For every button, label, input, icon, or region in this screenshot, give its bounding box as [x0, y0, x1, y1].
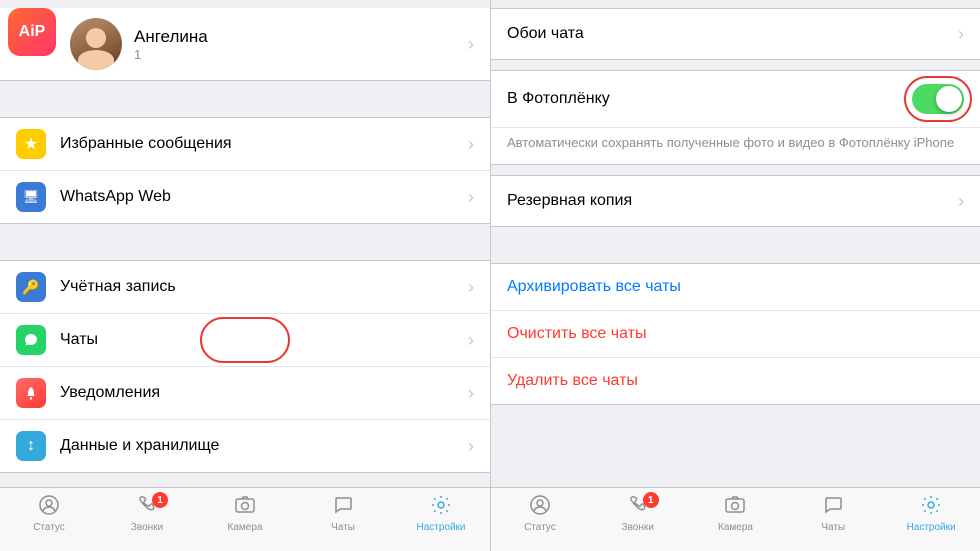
starred-chevron: › — [468, 134, 474, 155]
tab-settings-right[interactable]: Настройки — [882, 494, 980, 533]
backup-section: Резервная копия › — [491, 175, 980, 227]
toggle-knob — [936, 86, 962, 112]
tab-settings-left[interactable]: Настройки — [392, 494, 490, 533]
account-chevron: › — [468, 277, 474, 298]
settings-section-top: Обои чата › — [491, 8, 980, 60]
menu-group-1: ★ Избранные сообщения › 🖥 WhatsApp Web › — [0, 117, 490, 224]
profile-sub: 1 — [134, 47, 468, 62]
menu-label-starred: Избранные сообщения — [60, 135, 468, 153]
chats-icon-right — [822, 494, 844, 520]
data-chevron: › — [468, 436, 474, 457]
left-tab-bar: Статус 1 Звонки Камера Чаты Настройки — [0, 487, 490, 551]
menu-label-whatsapp-web: WhatsApp Web — [60, 188, 468, 206]
left-panel: AiP Ангелина 1 › ★ Избранные сообщения ›… — [0, 0, 490, 551]
save-photos-label: В Фотоплёнку — [507, 90, 912, 108]
calls-badge-left: 1 — [152, 492, 168, 508]
tab-label-settings-right: Настройки — [907, 522, 956, 533]
tab-status-right[interactable]: Статус — [491, 494, 589, 533]
save-photos-section: В Фотоплёнку Автоматически сохранять пол… — [491, 70, 980, 165]
whatsapp-web-icon: 🖥 — [16, 182, 46, 212]
menu-label-data: Данные и хранилище — [60, 437, 468, 455]
starred-icon: ★ — [16, 129, 46, 159]
notifications-chevron: › — [468, 383, 474, 404]
tab-camera-left[interactable]: Камера — [196, 494, 294, 533]
tab-camera-right[interactable]: Камера — [687, 494, 785, 533]
delete-all-row[interactable]: Удалить все чаты — [491, 358, 980, 404]
save-photos-sublabel: Автоматически сохранять полученные фото … — [491, 128, 980, 164]
tab-label-calls-left: Звонки — [131, 522, 163, 533]
right-tab-bar: Статус 1 Звонки Камера Чаты Настройки — [491, 487, 980, 551]
delete-all-label: Удалить все чаты — [507, 372, 638, 390]
tab-label-status-right: Статус — [524, 522, 556, 533]
menu-label-notifications: Уведомления — [60, 384, 468, 402]
camera-icon-right — [724, 494, 746, 520]
tab-label-chats-right: Чаты — [821, 522, 845, 533]
menu-label-account: Учётная запись — [60, 278, 468, 296]
backup-chevron: › — [958, 191, 964, 212]
profile-row[interactable]: Ангелина 1 › — [0, 8, 490, 81]
profile-name: Ангелина — [134, 27, 468, 47]
clear-all-row[interactable]: Очистить все чаты — [491, 311, 980, 358]
profile-info: Ангелина 1 — [134, 27, 468, 62]
status-icon-left — [38, 494, 60, 520]
menu-item-account[interactable]: 🔑 Учётная запись › — [0, 261, 490, 314]
actions-section: Архивировать все чаты Очистить все чаты … — [491, 263, 980, 405]
data-icon: ↕ — [16, 431, 46, 461]
tab-label-settings-left: Настройки — [416, 522, 465, 533]
tab-status-left[interactable]: Статус — [0, 494, 98, 533]
wallpaper-chevron: › — [958, 24, 964, 45]
menu-item-notifications[interactable]: Уведомления › — [0, 367, 490, 420]
tab-calls-right[interactable]: 1 Звонки — [589, 494, 687, 533]
settings-icon-right — [920, 494, 942, 520]
archive-all-row[interactable]: Архивировать все чаты — [491, 264, 980, 311]
archive-all-label: Архивировать все чаты — [507, 278, 681, 296]
backup-label: Резервная копия — [507, 192, 958, 210]
tab-label-status-left: Статус — [33, 522, 65, 533]
wallpaper-label: Обои чата — [507, 25, 958, 43]
calls-badge-right: 1 — [643, 492, 659, 508]
backup-row[interactable]: Резервная копия › — [491, 176, 980, 226]
menu-label-chats: Чаты — [60, 331, 468, 349]
tab-label-chats-left: Чаты — [331, 522, 355, 533]
tab-label-camera-right: Камера — [718, 522, 753, 533]
right-panel: Обои чата › В Фотоплёнку Автоматически с… — [490, 0, 980, 551]
profile-chevron: › — [468, 34, 474, 55]
tab-chats-left[interactable]: Чаты — [294, 494, 392, 533]
chats-menu-icon — [16, 325, 46, 355]
tab-calls-left[interactable]: 1 Звонки — [98, 494, 196, 533]
tab-chats-right[interactable]: Чаты — [784, 494, 882, 533]
settings-icon-left — [430, 494, 452, 520]
account-icon: 🔑 — [16, 272, 46, 302]
chats-icon-left — [332, 494, 354, 520]
menu-item-starred[interactable]: ★ Избранные сообщения › — [0, 118, 490, 171]
menu-item-data[interactable]: ↕ Данные и хранилище › — [0, 420, 490, 472]
tab-label-calls-right: Звонки — [622, 522, 654, 533]
clear-all-label: Очистить все чаты — [507, 325, 646, 343]
aip-logo: AiP — [8, 8, 56, 56]
save-photos-toggle[interactable] — [912, 84, 964, 114]
menu-item-chats[interactable]: Чаты › — [0, 314, 490, 367]
wallpaper-row[interactable]: Обои чата › — [491, 9, 980, 59]
notifications-icon — [16, 378, 46, 408]
whatsapp-web-chevron: › — [468, 187, 474, 208]
save-photos-row[interactable]: В Фотоплёнку — [491, 71, 980, 128]
menu-item-whatsapp-web[interactable]: 🖥 WhatsApp Web › — [0, 171, 490, 223]
tab-label-camera-left: Камера — [228, 522, 263, 533]
chats-chevron: › — [468, 330, 474, 351]
avatar — [70, 18, 122, 70]
camera-icon-left — [234, 494, 256, 520]
menu-group-2: 🔑 Учётная запись › Чаты › — [0, 260, 490, 473]
status-icon-right — [529, 494, 551, 520]
